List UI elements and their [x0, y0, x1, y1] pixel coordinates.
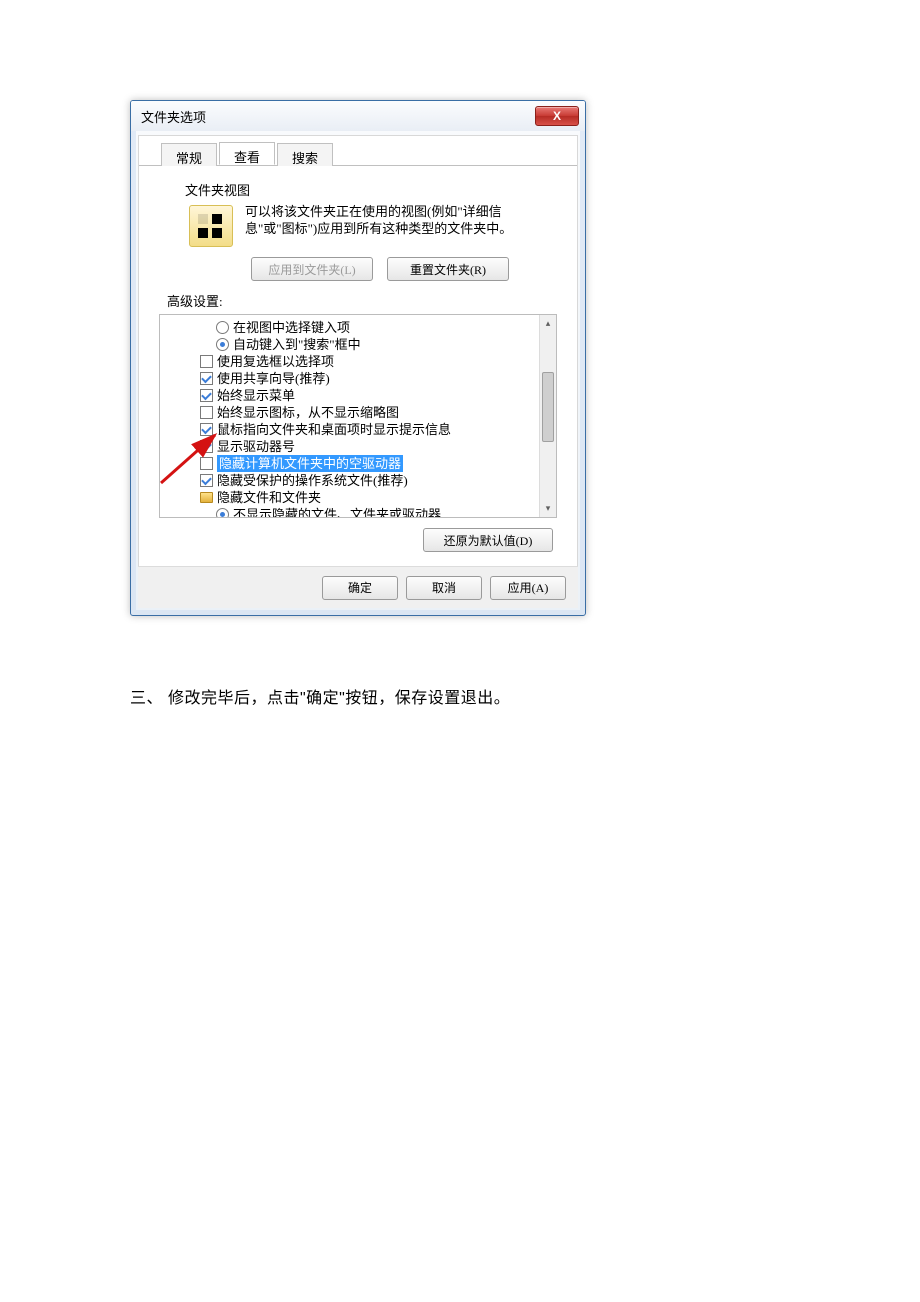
ok-button[interactable]: 确定	[322, 576, 398, 600]
tree-row[interactable]: 显示驱动器号	[166, 438, 535, 455]
reset-folders-button[interactable]: 重置文件夹(R)	[387, 257, 509, 281]
tree-row[interactable]: 始终显示图标，从不显示缩略图	[166, 404, 535, 421]
scroll-down-icon[interactable]: ▾	[540, 500, 556, 517]
scroll-up-icon[interactable]: ▴	[540, 315, 556, 332]
tree-row[interactable]: 隐藏受保护的操作系统文件(推荐)	[166, 472, 535, 489]
advanced-settings-label: 高级设置:	[167, 291, 563, 310]
checkbox-icon[interactable]	[200, 372, 213, 385]
tree-item-label: 在视图中选择键入项	[233, 319, 350, 336]
folder-view-group: 文件夹视图 可以将该文件夹正在使用的视图(例如"详细信息"或"图标")应用到所有…	[159, 180, 557, 281]
tree-item-label: 自动键入到"搜索"框中	[233, 336, 361, 353]
tree-item-label: 隐藏文件和文件夹	[217, 489, 321, 506]
dialog-button-bar: 确定 取消 应用(A)	[138, 566, 578, 608]
radio-icon[interactable]	[216, 508, 229, 517]
tree-row[interactable]: 使用共享向导(推荐)	[166, 370, 535, 387]
checkbox-icon[interactable]	[200, 474, 213, 487]
tree-row[interactable]: 鼠标指向文件夹和桌面项时显示提示信息	[166, 421, 535, 438]
tree-item-label: 使用复选框以选择项	[217, 353, 334, 370]
apply-button[interactable]: 应用(A)	[490, 576, 566, 600]
tree-row[interactable]: 不显示隐藏的文件、文件夹或驱动器	[166, 506, 535, 517]
dialog-client: 常规 查看 搜索 文件夹视图 可以将该文件夹正在使用的视图(例如"详细信息"或"…	[138, 135, 578, 608]
scroll-thumb[interactable]	[542, 372, 554, 442]
tree-item-label: 使用共享向导(推荐)	[217, 370, 330, 387]
close-icon: X	[553, 109, 561, 123]
tree-row[interactable]: 自动键入到"搜索"框中	[166, 336, 535, 353]
checkbox-icon[interactable]	[200, 406, 213, 419]
tree-item-label: 隐藏计算机文件夹中的空驱动器	[217, 455, 403, 472]
folder-view-icon	[189, 205, 233, 247]
checkbox-icon[interactable]	[200, 355, 213, 368]
folder-icon	[200, 492, 213, 503]
folder-view-title: 文件夹视图	[185, 180, 557, 199]
close-button[interactable]: X	[535, 106, 579, 126]
tree-item-label: 显示驱动器号	[217, 438, 295, 455]
tree-item-label: 不显示隐藏的文件、文件夹或驱动器	[233, 506, 441, 517]
scrollbar[interactable]: ▴ ▾	[539, 315, 556, 517]
folder-options-dialog: 文件夹选项 X 常规 查看 搜索 文件夹视图 可以将该文件夹正在使用	[130, 100, 590, 620]
radio-icon[interactable]	[216, 338, 229, 351]
scroll-track[interactable]	[540, 332, 556, 500]
tree-row[interactable]: 在视图中选择键入项	[166, 319, 535, 336]
restore-defaults-button[interactable]: 还原为默认值(D)	[423, 528, 553, 552]
instruction-text: 三、 修改完毕后，点击"确定"按钮，保存设置退出。	[130, 684, 790, 708]
advanced-settings-tree[interactable]: 在视图中选择键入项自动键入到"搜索"框中使用复选框以选择项使用共享向导(推荐)始…	[159, 314, 557, 518]
titlebar[interactable]: 文件夹选项 X	[131, 101, 585, 131]
cancel-button[interactable]: 取消	[406, 576, 482, 600]
tree-row[interactable]: 始终显示菜单	[166, 387, 535, 404]
checkbox-icon[interactable]	[200, 389, 213, 402]
tree-row[interactable]: 隐藏计算机文件夹中的空驱动器	[166, 455, 535, 472]
checkbox-icon[interactable]	[200, 457, 213, 470]
tree-item-label: 始终显示菜单	[217, 387, 295, 404]
checkbox-icon[interactable]	[200, 423, 213, 436]
tree-row[interactable]: 隐藏文件和文件夹	[166, 489, 535, 506]
apply-to-folders-button[interactable]: 应用到文件夹(L)	[251, 257, 373, 281]
tree-item-label: 隐藏受保护的操作系统文件(推荐)	[217, 472, 408, 489]
dialog-title: 文件夹选项	[141, 107, 206, 126]
tab-search[interactable]: 搜索	[277, 143, 333, 166]
tab-view[interactable]: 查看	[219, 142, 275, 165]
tab-content: 文件夹视图 可以将该文件夹正在使用的视图(例如"详细信息"或"图标")应用到所有…	[139, 166, 577, 562]
tree-row[interactable]: 使用复选框以选择项	[166, 353, 535, 370]
folder-view-description: 可以将该文件夹正在使用的视图(例如"详细信息"或"图标")应用到所有这种类型的文…	[245, 203, 545, 237]
tab-general[interactable]: 常规	[161, 143, 217, 166]
tree-item-label: 鼠标指向文件夹和桌面项时显示提示信息	[217, 421, 451, 438]
checkbox-icon[interactable]	[200, 440, 213, 453]
tab-bar: 常规 查看 搜索	[139, 136, 577, 166]
radio-icon[interactable]	[216, 321, 229, 334]
tree-item-label: 始终显示图标，从不显示缩略图	[217, 404, 399, 421]
